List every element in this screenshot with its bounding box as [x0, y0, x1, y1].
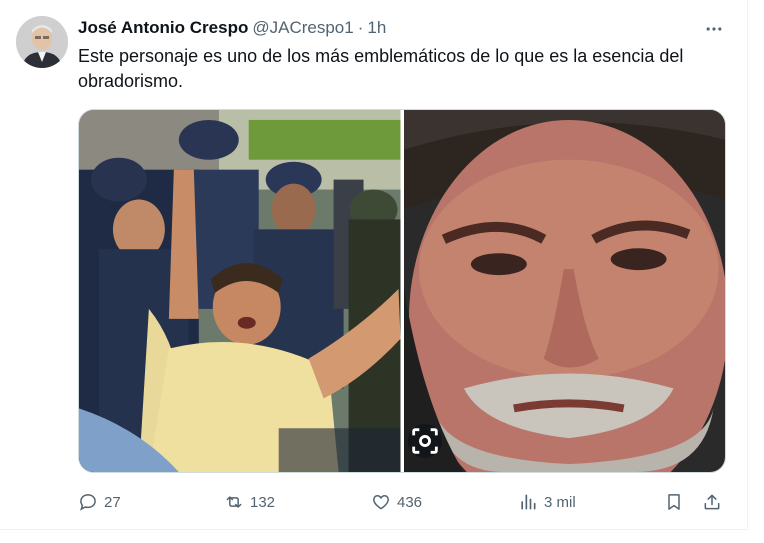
- repost-button[interactable]: 132: [224, 488, 275, 516]
- views-chart-icon: [521, 494, 536, 510]
- views-button[interactable]: 3 mil: [518, 488, 576, 516]
- media-grid: [78, 109, 726, 473]
- like-button[interactable]: 436: [371, 488, 422, 516]
- separator-dot: ·: [357, 18, 364, 37]
- author-handle[interactable]: @JACrespo1: [252, 18, 353, 38]
- timestamp[interactable]: 1h: [367, 18, 386, 38]
- views-count: 3 mil: [544, 493, 576, 511]
- reply-button[interactable]: 27: [78, 488, 121, 516]
- bookmark-icon: [668, 494, 680, 510]
- heart-icon: [373, 494, 389, 510]
- repost-count: 132: [250, 493, 276, 511]
- action-bar: 27 132 436 3 mil: [78, 488, 728, 516]
- share-button[interactable]: [702, 488, 722, 516]
- photo-police-arrest[interactable]: [79, 110, 401, 472]
- reply-icon: [80, 494, 96, 511]
- tweet-header: José Antonio Crespo @JACrespo1 · 1h: [78, 18, 386, 38]
- avatar[interactable]: [16, 16, 68, 68]
- reply-count: 27: [104, 493, 121, 511]
- image-scan-icon[interactable]: [407, 424, 442, 458]
- more-options-icon[interactable]: [700, 15, 728, 43]
- like-count: 436: [397, 493, 423, 511]
- share-icon: [704, 494, 720, 510]
- repost-icon: [226, 496, 242, 508]
- bookmark-button[interactable]: [664, 488, 684, 516]
- tweet[interactable]: José Antonio Crespo @JACrespo1 · 1h Este…: [0, 0, 748, 530]
- author-name[interactable]: José Antonio Crespo: [78, 18, 248, 38]
- photo-portrait-closeup[interactable]: [403, 110, 725, 472]
- tweet-text: Este personaje es uno de los más emblemá…: [78, 46, 684, 91]
